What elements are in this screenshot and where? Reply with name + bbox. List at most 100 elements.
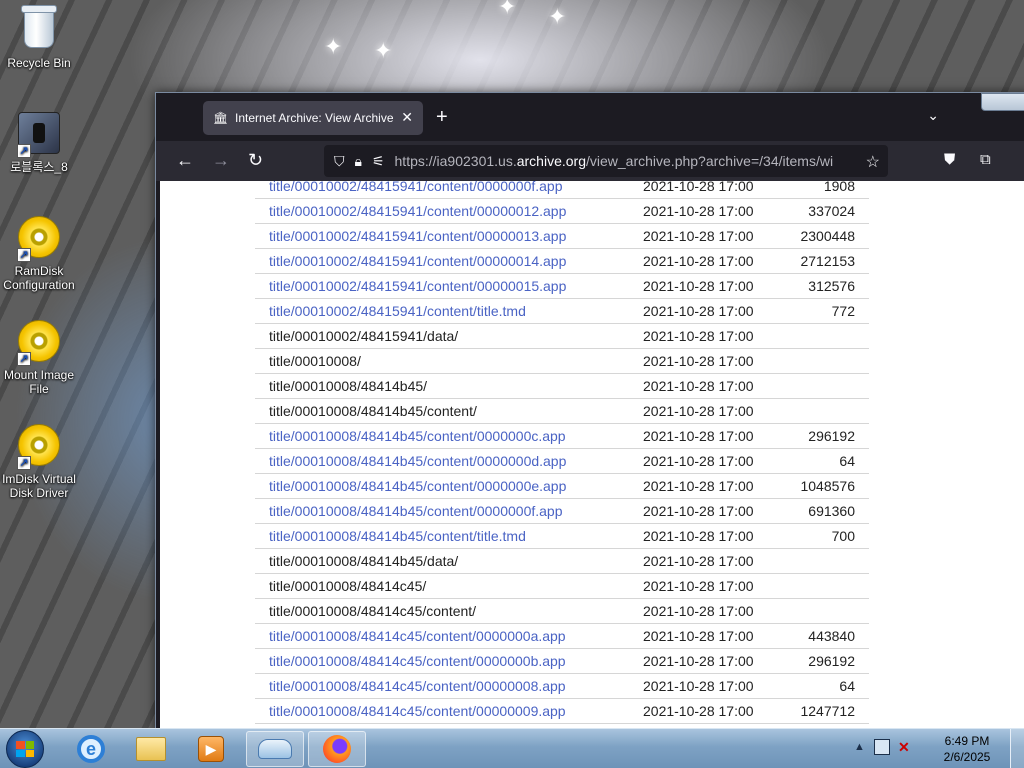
- modified-date: 2021-10-28 17:00: [643, 528, 754, 544]
- table-row: title/00010008/48414c45/content/00000008…: [255, 674, 869, 699]
- network-icon[interactable]: [874, 739, 890, 755]
- modified-date: 2021-10-28 17:00: [643, 203, 754, 219]
- forward-button[interactable]: →: [212, 150, 230, 170]
- table-row: title/00010008/48414b45/content/0000000f…: [255, 499, 869, 524]
- tab-close-icon[interactable]: ✕: [401, 109, 413, 126]
- reload-button[interactable]: ↻: [248, 150, 263, 170]
- file-link[interactable]: title/00010002/48415941/content/00000012…: [255, 203, 631, 219]
- file-size: 296192: [808, 653, 855, 669]
- disc-icon: ↗: [17, 216, 61, 262]
- clock[interactable]: 6:49 PM 2/6/2025: [932, 733, 1002, 765]
- virtual-machine-icon: [258, 739, 292, 759]
- taskbar-firefox[interactable]: [308, 731, 366, 767]
- table-row: title/00010008/48414c45/content/00000009…: [255, 699, 869, 724]
- new-tab-button[interactable]: +: [436, 107, 448, 127]
- directory-name: title/00010008/48414b45/data/: [269, 553, 459, 569]
- table-row: title/00010002/48415941/content/00000014…: [255, 249, 869, 274]
- window-controls[interactable]: [981, 93, 1024, 111]
- lock-icon[interactable]: 🔒︎: [355, 153, 362, 170]
- modified-date: 2021-10-28 17:00: [643, 403, 754, 419]
- file-link[interactable]: title/00010002/48415941/content/0000000f…: [255, 181, 631, 194]
- archive-favicon-icon: 🏛: [213, 111, 229, 125]
- modified-date: 2021-10-28 17:00: [643, 553, 754, 569]
- volume-muted-icon[interactable]: ✕: [898, 739, 910, 756]
- start-button[interactable]: [6, 730, 44, 768]
- taskbar-virtualbox[interactable]: [246, 731, 304, 767]
- desktop-icon-label: Recycle Bin: [7, 56, 71, 70]
- taskbar-internet-explorer[interactable]: e: [62, 731, 120, 767]
- modified-date: 2021-10-28 17:00: [643, 253, 754, 269]
- recycle-bin-icon: [17, 5, 61, 52]
- tab-internet-archive[interactable]: 🏛 Internet Archive: View Archive ✕: [203, 101, 423, 135]
- file-link[interactable]: title/00010008/48414b45/content/0000000c…: [255, 428, 631, 444]
- roblox-shortcut-icon: ↗: [17, 112, 61, 158]
- desktop-icon-ramdisk[interactable]: ↗ RamDisk Configuration: [0, 216, 78, 292]
- file-size: 64: [839, 678, 855, 694]
- bookmark-star-icon[interactable]: ☆: [866, 152, 880, 172]
- directory-name: title/00010008/48414b45/content/: [269, 403, 477, 419]
- desktop-icon-roblox[interactable]: ↗ 로블록스_8: [0, 112, 78, 174]
- file-link[interactable]: title/00010002/48415941/content/title.tm…: [255, 303, 631, 319]
- table-row: title/00010008/48414b45/content/0000000c…: [255, 424, 869, 449]
- file-size: 337024: [808, 203, 855, 219]
- modified-date: 2021-10-28 17:00: [643, 678, 754, 694]
- modified-date: 2021-10-28 17:00: [643, 603, 754, 619]
- directory-name: title/00010008/48414b45/: [269, 378, 428, 394]
- file-link[interactable]: title/00010008/48414c45/content/00000008…: [255, 678, 631, 694]
- file-size: 1247712: [800, 703, 855, 719]
- table-row: title/00010008/48414c45/content/2021-10-…: [255, 599, 869, 624]
- shield-icon[interactable]: ⛉: [334, 153, 345, 170]
- extensions-icon[interactable]: ⧉: [980, 151, 991, 168]
- modified-date: 2021-10-28 17:00: [643, 378, 754, 394]
- table-row: title/00010008/48414b45/content/2021-10-…: [255, 399, 869, 424]
- file-link[interactable]: title/00010008/48414c45/content/0000000a…: [255, 628, 631, 644]
- modified-date: 2021-10-28 17:00: [643, 328, 754, 344]
- desktop-icon-imdisk[interactable]: ↗ ImDisk Virtual Disk Driver: [0, 424, 78, 500]
- modified-date: 2021-10-28 17:00: [643, 181, 754, 194]
- permissions-icon[interactable]: ⚟: [372, 153, 385, 170]
- firefox-icon: [323, 735, 351, 763]
- file-size: 1908: [823, 181, 855, 194]
- file-link[interactable]: title/00010008/48414c45/content/00000009…: [255, 703, 631, 719]
- url-bar[interactable]: ⛉ 🔒︎ ⚟ https://ia902301.us.archive.org/v…: [324, 145, 888, 177]
- tray-overflow-arrow-icon[interactable]: ▲: [854, 741, 865, 753]
- file-size: 64: [839, 453, 855, 469]
- table-row: title/00010008/48414b45/content/title.tm…: [255, 524, 869, 549]
- tab-title: Internet Archive: View Archive: [235, 111, 394, 125]
- file-link[interactable]: title/00010002/48415941/content/00000013…: [255, 228, 631, 244]
- table-row: title/00010008/48414c45/content/0000000a…: [255, 624, 869, 649]
- modified-date: 2021-10-28 17:00: [643, 478, 754, 494]
- modified-date: 2021-10-28 17:00: [643, 503, 754, 519]
- desktop-icon-recycle-bin[interactable]: Recycle Bin: [0, 5, 78, 70]
- modified-date: 2021-10-28 17:00: [643, 628, 754, 644]
- desktop-icon-mount-image[interactable]: ↗ Mount Image File: [0, 320, 78, 396]
- file-link[interactable]: title/00010008/48414c45/content/0000000b…: [255, 653, 631, 669]
- file-size: 296192: [808, 428, 855, 444]
- modified-date: 2021-10-28 17:00: [643, 653, 754, 669]
- show-desktop-button[interactable]: [1010, 729, 1024, 768]
- file-link[interactable]: title/00010008/48414b45/content/0000000f…: [255, 503, 631, 519]
- nav-bar: ← → ↻ ⛉ 🔒︎ ⚟ https://ia902301.us.archive…: [156, 141, 1024, 181]
- clock-time: 6:49 PM: [944, 734, 990, 748]
- table-row: title/00010008/48414b45/data/2021-10-28 …: [255, 549, 869, 574]
- table-row: title/00010002/48415941/content/00000012…: [255, 199, 869, 224]
- modified-date: 2021-10-28 17:00: [643, 278, 754, 294]
- back-button[interactable]: ←: [176, 150, 194, 170]
- file-link[interactable]: title/00010002/48415941/content/00000014…: [255, 253, 631, 269]
- pocket-icon[interactable]: ⛊: [944, 151, 955, 168]
- modified-date: 2021-10-28 17:00: [643, 578, 754, 594]
- file-link[interactable]: title/00010002/48415941/content/00000015…: [255, 278, 631, 294]
- file-link[interactable]: title/00010008/48414b45/content/0000000d…: [255, 453, 631, 469]
- file-size: 2712153: [800, 253, 855, 269]
- url-text[interactable]: https://ia902301.us.archive.org/view_arc…: [395, 153, 834, 169]
- file-link[interactable]: title/00010008/48414b45/content/0000000e…: [255, 478, 631, 494]
- sparkle: ✦: [374, 38, 393, 63]
- taskbar: e ▶ ▲ ✕ 6:49 PM 2/6/2025: [0, 728, 1024, 768]
- taskbar-media-player[interactable]: ▶: [182, 731, 240, 767]
- file-link[interactable]: title/00010008/48414b45/content/title.tm…: [255, 528, 631, 544]
- taskbar-file-explorer[interactable]: [122, 731, 180, 767]
- tab-list-chevron-icon[interactable]: ⌄: [927, 107, 939, 124]
- folder-icon: [136, 737, 166, 761]
- directory-name: title/00010008/: [269, 353, 361, 369]
- file-size: 700: [831, 528, 855, 544]
